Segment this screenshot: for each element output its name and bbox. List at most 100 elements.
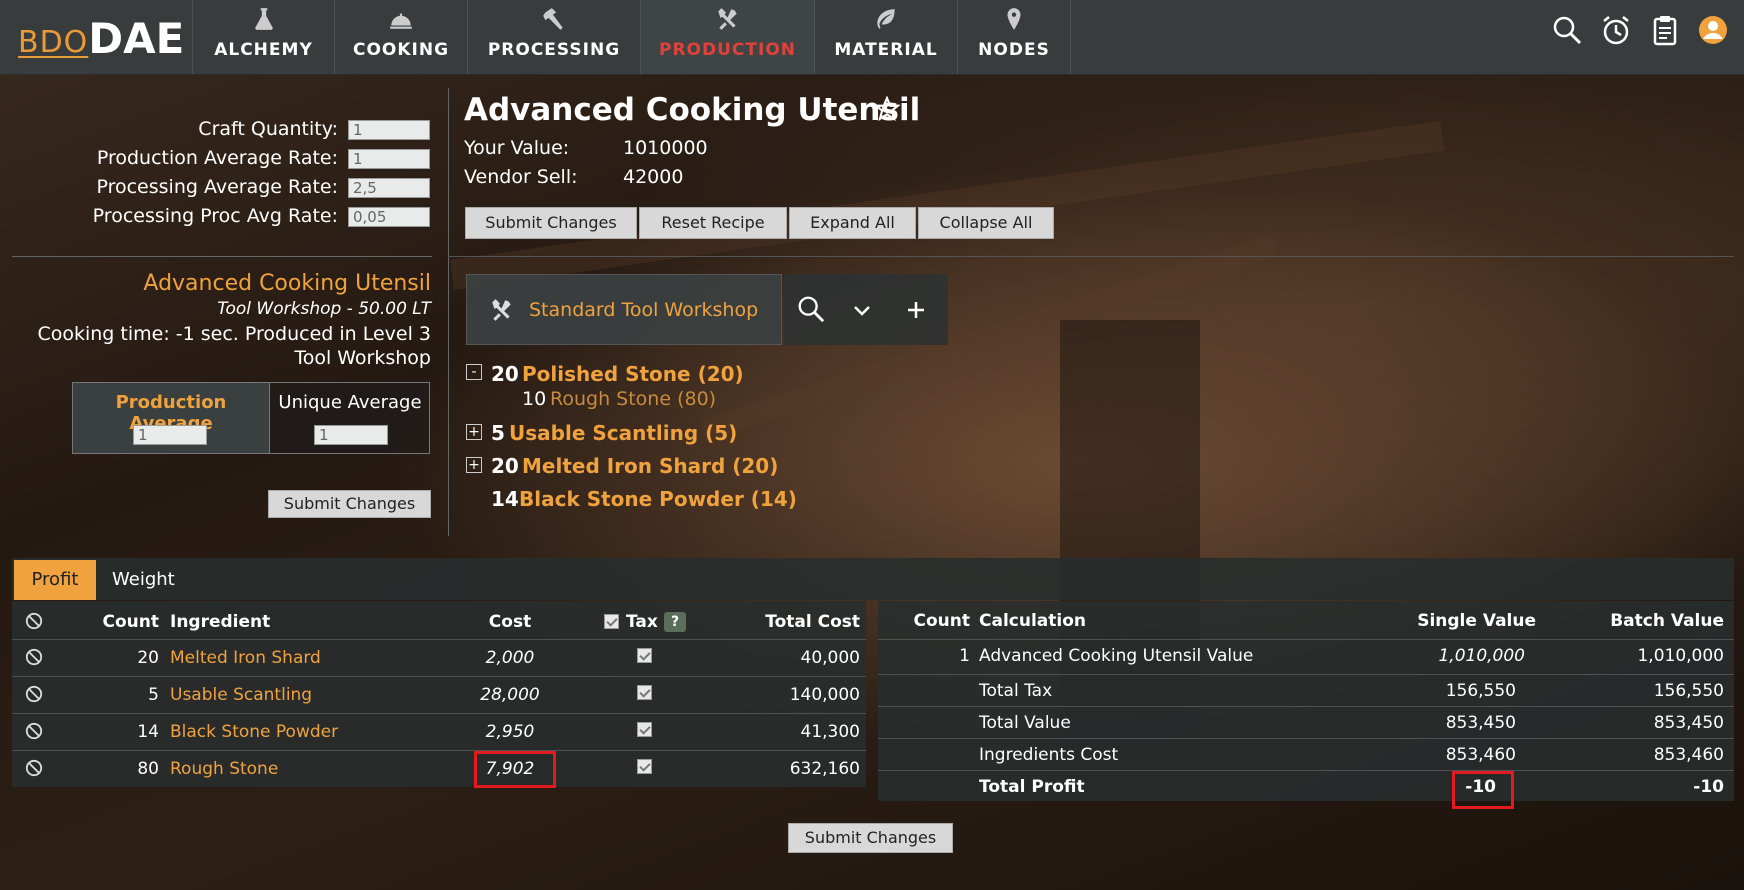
ban-icon[interactable]	[25, 648, 43, 666]
tax-all-checkbox[interactable]	[604, 614, 619, 629]
header-batch-value: Batch Value	[1610, 611, 1724, 631]
processing-average-rate-label: Processing Average Rate:	[96, 176, 338, 198]
ban-icon[interactable]	[25, 722, 43, 740]
workshop-selector[interactable]: Standard Tool Workshop	[466, 274, 782, 345]
search-icon[interactable]	[796, 294, 826, 324]
processing-proc-rate-input[interactable]: 0,05	[348, 207, 430, 227]
production-average-rate-input[interactable]: 1	[348, 149, 430, 169]
calc-single-value[interactable]: 1,010,000	[1380, 646, 1525, 666]
ingredient-cost[interactable]: 2,000	[450, 648, 570, 668]
bottom-submit-button[interactable]: Submit Changes	[788, 823, 953, 853]
expand-toggle[interactable]: +	[466, 457, 482, 473]
calc-single-value: 156,550	[1445, 681, 1516, 701]
tab-weight[interactable]: Weight	[112, 560, 175, 600]
recipe-workshop: Tool Workshop - 50.00 LT	[217, 299, 431, 319]
processing-proc-rate-label: Processing Proc Avg Rate:	[92, 205, 338, 227]
production-average-input[interactable]: 1	[133, 425, 207, 445]
user-icon[interactable]	[1697, 14, 1729, 46]
cloche-icon	[390, 13, 412, 29]
processing-average-rate-input[interactable]: 2,5	[348, 178, 430, 198]
expand-all-button[interactable]: Expand All	[789, 207, 916, 239]
tree-count: 20	[491, 454, 519, 478]
nav-label: PRODUCTION	[659, 40, 796, 60]
craft-quantity-label: Craft Quantity:	[198, 118, 338, 140]
left-submit-button[interactable]: Submit Changes	[268, 490, 431, 518]
chevron-down-icon[interactable]	[852, 300, 872, 320]
tree-item-polished-stone[interactable]: Polished Stone (20)	[522, 362, 744, 386]
logo-prefix: BDO	[18, 25, 89, 60]
calc-label: Ingredients Cost	[979, 745, 1119, 765]
collapse-all-button[interactable]: Collapse All	[918, 207, 1054, 239]
flask-icon	[254, 8, 273, 30]
tree-item-rough-stone[interactable]: Rough Stone (80)	[550, 388, 716, 410]
calc-label: Advanced Cooking Utensil Value	[979, 646, 1254, 666]
unique-average-input[interactable]: 1	[314, 425, 388, 445]
craft-quantity-input[interactable]: 1	[348, 120, 430, 140]
row-divider	[878, 706, 1734, 707]
ban-icon[interactable]	[25, 685, 43, 703]
row-divider	[878, 738, 1734, 739]
ingredient-cost[interactable]: 28,000	[450, 685, 570, 705]
ingredient-count: 5	[148, 685, 159, 705]
your-value-label: Your Value:	[464, 137, 570, 159]
ingredient-name[interactable]: Melted Iron Shard	[170, 648, 321, 668]
clipboard-icon[interactable]	[1649, 14, 1681, 46]
calc-count: 1	[959, 646, 970, 666]
header-ingredient: Ingredient	[170, 612, 271, 632]
search-icon[interactable]	[1551, 14, 1583, 46]
ban-icon[interactable]	[25, 759, 43, 777]
tax-help-icon[interactable]: ?	[664, 612, 686, 632]
header-tax: Tax	[626, 612, 658, 632]
nav-item-production[interactable]: PRODUCTION	[640, 0, 814, 74]
hammer-icon	[543, 8, 563, 30]
tax-checkbox[interactable]	[637, 648, 652, 663]
tree-count: 10	[522, 388, 547, 410]
workshop-actions	[784, 274, 948, 345]
tax-checkbox[interactable]	[637, 722, 652, 737]
tax-checkbox[interactable]	[637, 685, 652, 700]
tab-bar	[12, 558, 1734, 600]
tab-profit[interactable]: Profit	[14, 560, 96, 600]
header-total-cost: Total Cost	[765, 612, 860, 632]
expand-toggle[interactable]: +	[466, 424, 482, 440]
collapse-toggle[interactable]: -	[466, 364, 482, 380]
ingredient-total-cost: 41,300	[800, 722, 860, 742]
nav-item-nodes[interactable]: NODES	[957, 0, 1071, 74]
star-icon[interactable]	[874, 96, 900, 122]
map-pin-icon	[1007, 8, 1021, 30]
ban-icon[interactable]	[25, 612, 43, 630]
ingredient-name[interactable]: Rough Stone	[170, 759, 278, 779]
submit-changes-button[interactable]: Submit Changes	[465, 207, 637, 239]
total-profit-batch: -10	[1693, 777, 1724, 797]
plus-icon[interactable]	[906, 300, 926, 320]
calc-batch-value: 156,550	[1653, 681, 1724, 701]
average-box: Production Average 1 Unique Average 1	[72, 382, 430, 454]
ingredient-total-cost: 140,000	[789, 685, 860, 705]
top-nav: BDO DAE ALCHEMY COOKING PROCESSING PRODU…	[0, 0, 1744, 75]
nav-item-material[interactable]: MATERIAL	[814, 0, 957, 74]
nav-item-cooking[interactable]: COOKING	[334, 0, 467, 74]
tree-item-melted-iron-shard[interactable]: Melted Iron Shard (20)	[522, 454, 778, 478]
ingredient-cost[interactable]: 2,950	[450, 722, 570, 742]
row-divider	[878, 639, 1734, 640]
ingredient-name[interactable]: Black Stone Powder	[170, 722, 338, 742]
header-calculation: Calculation	[979, 611, 1086, 631]
tree-item-usable-scantling[interactable]: Usable Scantling (5)	[509, 421, 737, 445]
alarm-clock-icon[interactable]	[1600, 14, 1632, 46]
nav-label: MATERIAL	[834, 40, 938, 60]
logo[interactable]: BDO DAE	[18, 10, 184, 61]
reset-recipe-button[interactable]: Reset Recipe	[639, 207, 787, 239]
tax-checkbox[interactable]	[637, 759, 652, 774]
nav-label: PROCESSING	[487, 40, 621, 60]
row-divider	[878, 770, 1734, 771]
divider	[448, 256, 1734, 257]
nav-item-processing[interactable]: PROCESSING	[467, 0, 640, 74]
tree-item-black-stone-powder[interactable]: Black Stone Powder (14)	[519, 487, 797, 511]
calculation-table	[878, 601, 1734, 801]
ingredient-name[interactable]: Usable Scantling	[170, 685, 312, 705]
unique-average-label: Unique Average	[278, 392, 422, 413]
calc-batch-value: 853,460	[1653, 745, 1724, 765]
tree-count: 14	[491, 487, 519, 511]
header-count: Count	[913, 611, 971, 631]
nav-item-alchemy[interactable]: ALCHEMY	[192, 0, 334, 74]
